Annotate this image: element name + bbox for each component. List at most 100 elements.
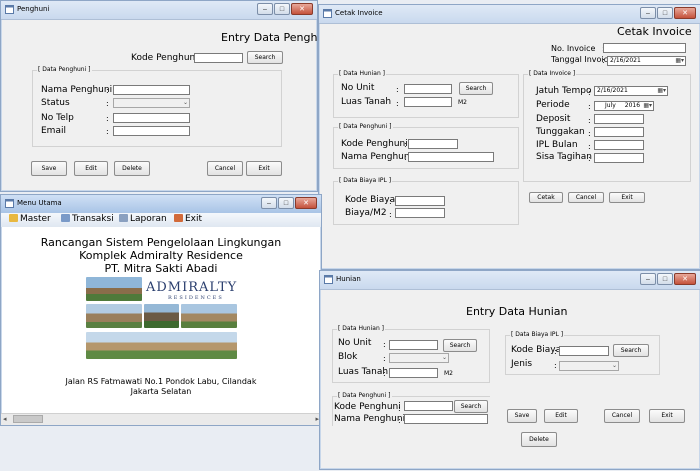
deposit-input[interactable]	[594, 114, 644, 124]
colon: :	[554, 361, 557, 370]
delete-button[interactable]: Delete	[114, 161, 150, 176]
luas-tanah-label: Luas Tanah	[341, 97, 392, 107]
nama-penghuni-input[interactable]	[408, 152, 494, 162]
window-title: Cetak Invoice	[335, 9, 383, 17]
kode-penghuni-input[interactable]	[404, 401, 453, 411]
maximize-button[interactable]: □	[274, 3, 290, 15]
search-button[interactable]: Search	[454, 400, 488, 413]
no-unit-input[interactable]	[389, 340, 438, 350]
close-button[interactable]: ✕	[674, 273, 696, 285]
chevron-down-icon: ⌄	[611, 363, 617, 369]
tanggal-invoice-picker[interactable]: 2/16/2021 ▦▾	[607, 56, 686, 66]
colon: :	[396, 99, 399, 108]
close-button[interactable]: ✕	[291, 3, 313, 15]
blok-select[interactable]: ⌄	[389, 353, 449, 363]
cancel-button[interactable]: Cancel	[568, 192, 604, 203]
kode-biaya-input[interactable]	[395, 196, 445, 206]
minimize-button[interactable]: –	[257, 3, 273, 15]
menu-exit[interactable]: Exit	[174, 214, 202, 224]
luas-tanah-input[interactable]	[404, 97, 452, 107]
status-select[interactable]: ⌄	[113, 98, 190, 108]
kode-penghuni-input[interactable]	[408, 139, 458, 149]
edit-button[interactable]: Edit	[544, 409, 578, 423]
delete-button[interactable]: Delete	[521, 432, 557, 447]
heading-line-2: Komplek Admiralty Residence	[79, 249, 243, 262]
sisa-tagihan-input[interactable]	[594, 153, 644, 163]
maximize-button[interactable]: □	[657, 273, 673, 285]
close-button[interactable]: ✕	[674, 7, 696, 19]
report-icon	[119, 214, 128, 222]
search-button[interactable]: Search	[613, 344, 649, 357]
page-title: Entry Data Hunian	[466, 305, 568, 318]
jenis-select[interactable]: ⌄	[559, 361, 619, 371]
periode-month: July	[605, 102, 616, 109]
save-button[interactable]: Save	[507, 409, 537, 423]
email-input[interactable]	[113, 126, 190, 136]
exit-icon	[174, 214, 183, 222]
calendar-icon: ▦▾	[657, 87, 666, 94]
window-title: Penghuni	[17, 5, 50, 13]
search-button[interactable]: Search	[459, 82, 493, 95]
no-unit-input[interactable]	[404, 84, 452, 94]
menu-laporan[interactable]: Laporan	[119, 214, 167, 224]
minimize-button[interactable]: –	[640, 273, 656, 285]
no-invoice-input[interactable]	[603, 43, 686, 53]
horizontal-scrollbar[interactable]: ◂ ▸	[1, 413, 321, 425]
scrollbar-thumb[interactable]	[13, 415, 43, 423]
scroll-left-arrow[interactable]: ◂	[3, 415, 7, 423]
address-line-2: Jakarta Selatan	[130, 387, 192, 396]
calendar-icon: ▦▾	[675, 57, 684, 64]
penghuni-window: Penghuni – □ ✕ Entry Data Penghuni Kode …	[0, 0, 334, 192]
biaya-m2-label: Biaya/M2	[345, 208, 387, 218]
cetak-button[interactable]: Cetak	[529, 192, 563, 203]
kode-penghuni-input[interactable]	[194, 53, 243, 63]
maximize-button[interactable]: □	[657, 7, 673, 19]
periode-picker[interactable]: July 2016 ▦▾	[594, 101, 654, 111]
sisa-tagihan-label: Sisa Tagihan	[536, 152, 592, 162]
window-app-icon	[5, 5, 14, 14]
no-telp-input[interactable]	[113, 113, 190, 123]
luas-tanah-label: Luas Tanah	[338, 367, 389, 377]
kode-biaya-label: Kode Biaya	[345, 195, 396, 205]
hunian-titlebar[interactable]: Hunian – □ ✕	[320, 271, 700, 290]
close-button[interactable]: ✕	[295, 197, 317, 209]
search-button[interactable]: Search	[443, 339, 477, 352]
email-label: Email	[41, 126, 66, 136]
exit-button[interactable]: Exit	[649, 409, 685, 423]
invoice-titlebar[interactable]: Cetak Invoice – □ ✕	[319, 5, 700, 24]
residence-photo	[86, 277, 142, 301]
save-button[interactable]: Save	[31, 161, 67, 176]
colon: :	[383, 354, 386, 363]
ipl-bulan-input[interactable]	[594, 140, 644, 150]
tunggakan-input[interactable]	[594, 127, 644, 137]
nama-penghuni-input[interactable]	[113, 85, 190, 95]
search-button[interactable]: Search	[247, 51, 283, 64]
menu-master[interactable]: Master	[9, 214, 51, 224]
nama-penghuni-input[interactable]	[404, 414, 488, 424]
group-label: [ Data Penghuni ]	[338, 123, 393, 130]
logo-text: ADMIRALTY	[146, 280, 238, 295]
jatuh-tempo-picker[interactable]: 2/16/2021 ▦▾	[594, 86, 668, 96]
no-unit-label: No Unit	[341, 83, 375, 93]
hunian-window: Hunian – □ ✕ Entry Data Hunian [ Data Hu…	[319, 270, 700, 470]
edit-button[interactable]: Edit	[74, 161, 108, 176]
kode-biaya-input[interactable]	[559, 346, 609, 356]
maximize-button[interactable]: □	[278, 197, 294, 209]
kode-penghuni-label: Kode Penghuni	[334, 402, 401, 412]
no-unit-label: No Unit	[338, 338, 372, 348]
exit-button[interactable]: Exit	[246, 161, 282, 176]
minimize-button[interactable]: –	[261, 197, 277, 209]
menu-transaksi[interactable]: Transaksi	[61, 214, 114, 224]
cancel-button[interactable]: Cancel	[604, 409, 640, 423]
penghuni-titlebar[interactable]: Penghuni – □ ✕	[1, 1, 317, 20]
colon: :	[106, 127, 109, 136]
menu-titlebar[interactable]: Menu Utama – □ ✕	[1, 195, 321, 214]
biaya-m2-input[interactable]	[395, 208, 445, 218]
kode-penghuni-label: Kode Penghuni	[341, 139, 408, 149]
cancel-button[interactable]: Cancel	[207, 161, 243, 176]
exit-button[interactable]: Exit	[609, 192, 645, 203]
minimize-button[interactable]: –	[640, 7, 656, 19]
luas-tanah-input[interactable]	[389, 368, 438, 378]
menu-master-label: Master	[20, 214, 51, 224]
address-line-1: Jalan RS Fatmawati No.1 Pondok Labu, Cil…	[65, 377, 257, 386]
